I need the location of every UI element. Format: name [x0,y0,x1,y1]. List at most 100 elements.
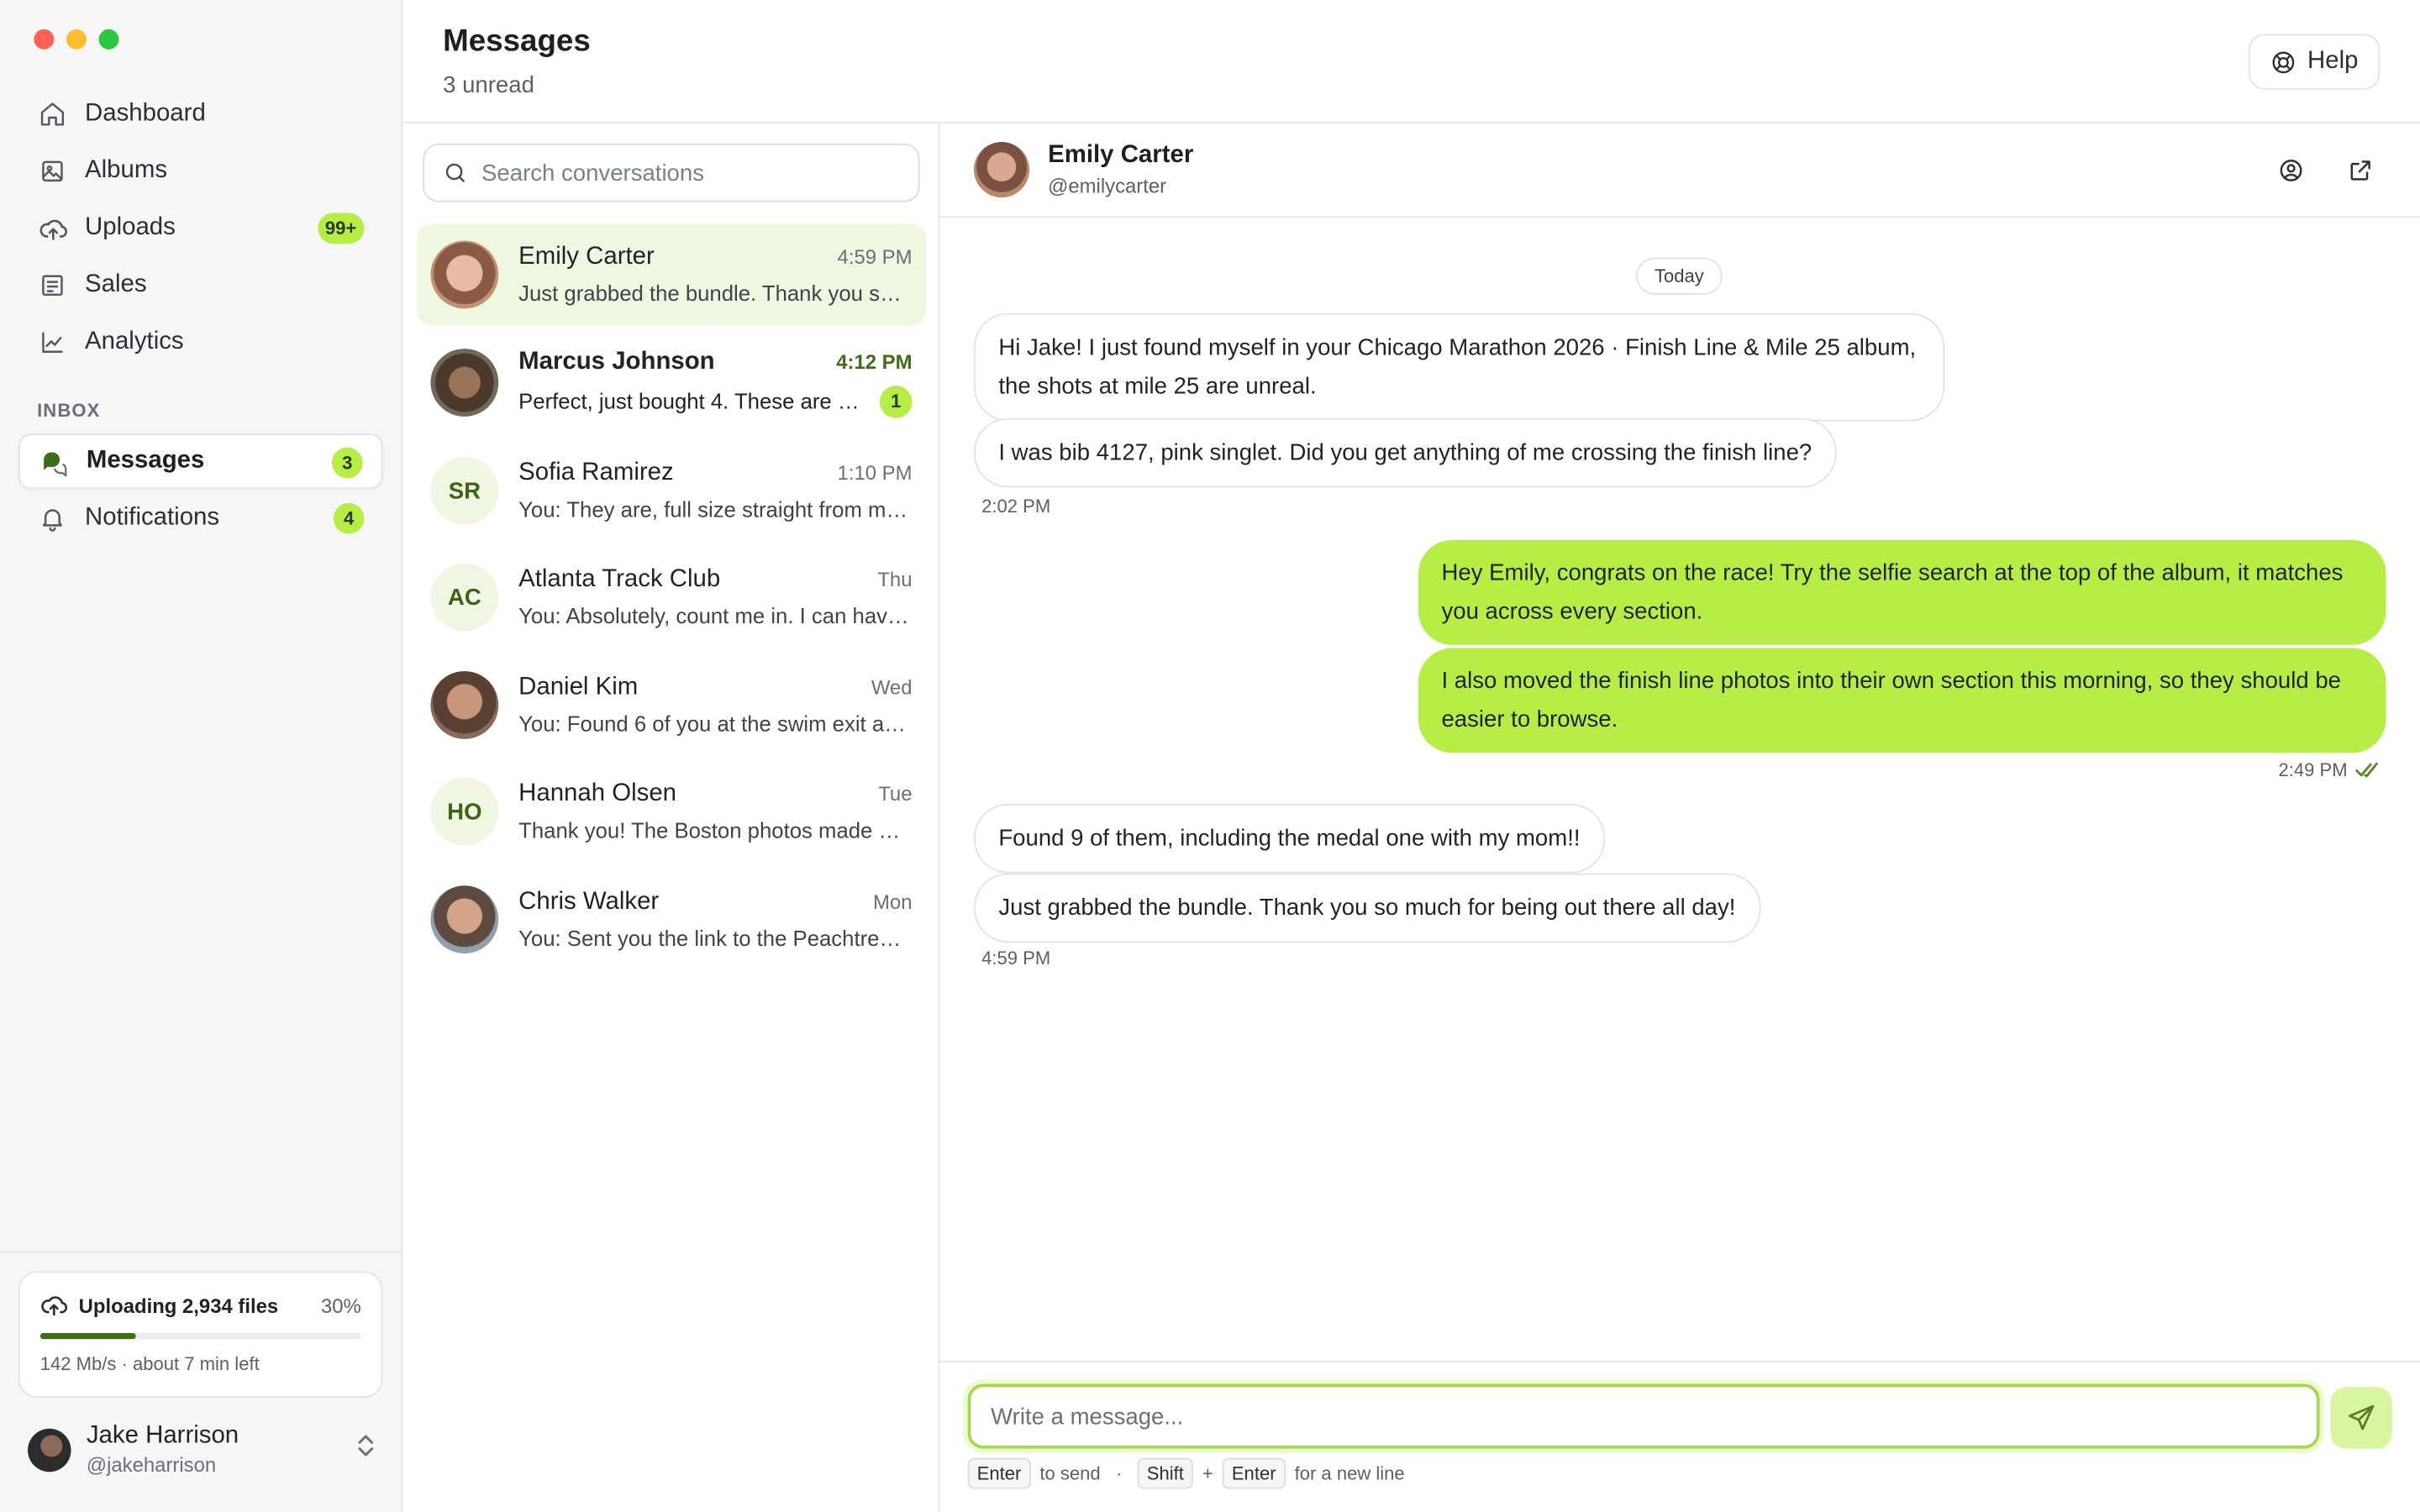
sidebar-item-sales[interactable]: Sales [18,258,382,313]
chat-header: Emily Carter @emilycarter [939,123,2420,218]
chart-line-icon [37,327,68,358]
conversation-time: Thu [877,567,913,591]
send-button[interactable] [2330,1387,2392,1449]
sidebar-item-label: Notifications [85,504,220,531]
sidebar-item-notifications[interactable]: Notifications 4 [18,491,382,546]
conversation-item-marcus-johnson[interactable]: Marcus Johnson 4:12 PM Perfect, just boug… [417,332,926,433]
message-bubble-incoming: Found 9 of them, including the medal one… [973,803,1605,874]
upload-progress-card[interactable]: Uploading 2,934 files 30% 142 Mb/s · abo… [18,1271,383,1399]
conversation-time: 4:59 PM [837,245,913,269]
inbox-section-label: INBOX [37,399,101,422]
search-input[interactable]: Search conversations [423,143,920,202]
home-icon [37,99,68,130]
sidebar-item-label: Uploads [85,214,176,241]
page-title: Messages [443,24,591,59]
user-handle: @jakeharrison [86,1453,217,1477]
conversation-time: 4:12 PM [836,349,913,373]
sidebar-divider [0,1251,402,1253]
main-panel: Messages 3 unread Help Search conversati… [402,0,2420,1512]
minimize-window-button[interactable] [66,29,87,50]
conversation-name: Emily Carter [518,244,655,270]
message-bubble-incoming: Hi Jake! I just found myself in your Chi… [973,312,1945,422]
conversation-preview: You: Absolutely, count me in. I can have… [518,603,912,628]
avatar: HO [430,777,499,846]
conversation-name: Daniel Kim [518,674,639,701]
conversation-item-emily-carter[interactable]: Emily Carter 4:59 PM Just grabbed the bun… [416,223,927,326]
help-label: Help [2307,47,2359,75]
user-account-switcher[interactable]: Jake Harrison @jakeharrison [28,1422,376,1477]
search-placeholder: Search conversations [481,160,704,186]
conversation-item-daniel-kim[interactable]: Daniel Kim Wed You: Found 6 of you at the… [417,654,926,756]
chat-thread: Emily Carter @emilycarter Today Hi Jake!… [939,123,2420,1512]
upload-title: Uploading 2,934 files [78,1294,279,1317]
sidebar-item-label: Dashboard [85,100,206,127]
chat-icon [39,446,70,477]
upload-progress-bar [39,1332,361,1340]
page-header: Messages 3 unread Help [402,0,2420,123]
message-timestamp: 2:49 PM [2278,759,2348,781]
hint-text: to send [1039,1462,1101,1484]
conversation-preview: Just grabbed the bundle. Thank you so mu… [518,281,912,306]
conversation-preview: You: Found 6 of you at the swim exit and… [518,711,912,737]
sidebar-item-albums[interactable]: Albums [18,144,382,199]
app-window: Dashboard Albums Uploads 99+ Sales Analy… [0,0,2420,1512]
avatar: SR [430,456,499,525]
sidebar-item-label: Albums [85,157,168,184]
conversation-preview: Thank you! The Boston photos made my who… [518,817,912,843]
conversation-preview: Perfect, just bought 4. These are amazin… [518,388,864,414]
sidebar-item-messages[interactable]: Messages 3 [18,433,383,490]
message-bubble-outgoing: I also moved the finish line photos into… [1418,648,2386,753]
conversation-item-sofia-ramirez[interactable]: SR Sofia Ramirez 1:10 PM You: They are, f… [417,439,926,541]
message-input[interactable]: Write a message... [967,1383,2320,1449]
window-controls [34,29,119,50]
message-status: 2:49 PM [2278,759,2381,781]
avatar [430,885,499,954]
avatar [973,141,1030,198]
upload-progress-fill [39,1332,137,1340]
send-icon [2346,1403,2377,1434]
close-window-button[interactable] [34,29,55,50]
message-timestamp: 4:59 PM [981,947,1051,969]
conversation-name: Atlanta Track Club [518,566,721,593]
conversation-list: Search conversations Emily Carter 4:59 PM… [402,123,940,1512]
avatar: AC [430,563,499,632]
conversation-time: Mon [873,890,913,914]
avatar [430,349,499,417]
conversation-time: Tue [878,782,913,806]
conversation-name: Chris Walker [518,888,660,916]
sidebar-item-label: Analytics [85,328,184,355]
shift-key-hint: Shift [1137,1457,1193,1489]
sidebar-item-uploads[interactable]: Uploads 99+ [18,201,382,256]
avatar [430,670,499,739]
bell-icon [37,503,68,534]
conversation-name: Sofia Ramirez [518,459,674,486]
maximize-window-button[interactable] [98,29,119,50]
upload-percent: 30% [320,1294,361,1317]
sidebar-item-analytics[interactable]: Analytics [18,315,382,370]
message-input-placeholder: Write a message... [991,1403,1184,1430]
conversation-item-chris-walker[interactable]: Chris Walker Mon You: Sent you the link t… [417,869,926,970]
sidebar-nav: Dashboard Albums Uploads 99+ Sales Analy… [18,87,383,548]
conversation-item-hannah-olsen[interactable]: HO Hannah Olsen Tue Thank you! The Boston… [417,760,926,862]
user-profile-icon[interactable] [2278,156,2304,182]
upload-status-text: 142 Mb/s · about 7 min left [39,1352,260,1375]
hint-plus: + [1202,1462,1213,1484]
message-composer: Write a message... Enter to send · Shift… [939,1360,2420,1512]
help-button[interactable]: Help [2249,34,2381,90]
message-bubble-incoming: Just grabbed the bundle. Thank you so mu… [973,873,1760,943]
sidebar-item-dashboard[interactable]: Dashboard [18,87,382,142]
conversation-time: Wed [871,675,913,700]
conversation-item-atlanta-track-club[interactable]: AC Atlanta Track Club Thu You: Absolutely… [417,546,926,648]
double-check-icon [2355,762,2380,778]
open-external-icon[interactable] [2348,156,2374,182]
sidebar-item-label: Sales [85,271,147,298]
keyboard-hints: Enter to send · Shift + Enter for a new … [967,1457,1405,1489]
hint-text: for a new line [1294,1462,1405,1484]
unread-count: 3 unread [443,72,534,99]
enter-key-hint: Enter [967,1457,1031,1489]
conversation-name: Hannah Olsen [518,780,677,807]
hint-separator: · [1116,1462,1123,1484]
sidebar-item-label: Messages [86,447,205,474]
image-icon [37,156,68,187]
conversation-preview: You: They are, full size straight from m… [518,496,912,522]
